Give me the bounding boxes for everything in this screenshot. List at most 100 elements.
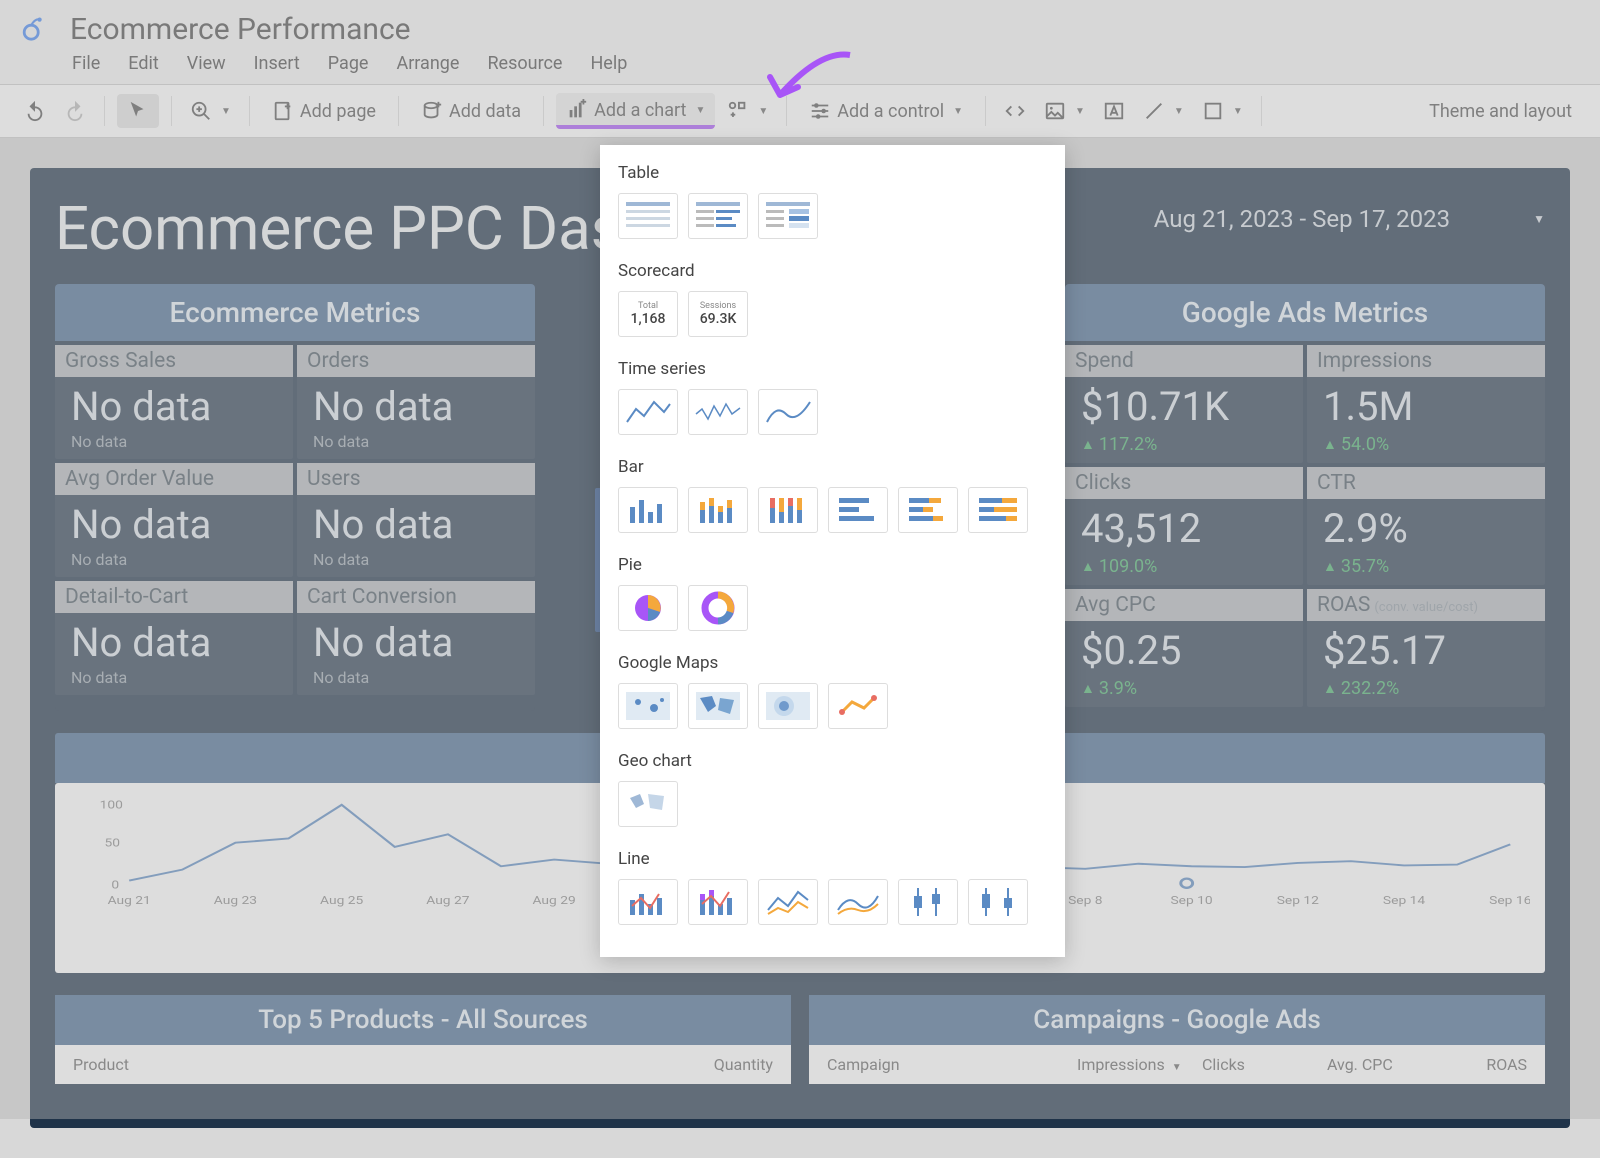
col-campaign[interactable]: Campaign (827, 1055, 1077, 1074)
ecommerce-metrics-header: Ecommerce Metrics (55, 284, 535, 341)
metric-card[interactable]: Gross Sales No data No data (55, 345, 293, 459)
date-range-picker[interactable]: Aug 21, 2023 - Sep 17, 2023 ▼ (1154, 193, 1545, 245)
col-roas[interactable]: ROAS (1452, 1055, 1527, 1074)
chart-type-100stacked-column[interactable] (758, 487, 818, 533)
dd-section-scorecard: Scorecard (618, 261, 1047, 281)
dd-section-line: Line (618, 849, 1047, 869)
document-title[interactable]: Ecommerce Performance (70, 12, 411, 47)
url-embed-button[interactable] (998, 94, 1032, 128)
metric-value: No data (313, 383, 519, 430)
theme-layout-label: Theme and layout (1429, 101, 1572, 122)
chart-type-column[interactable] (618, 487, 678, 533)
metric-value: No data (313, 501, 519, 548)
image-button[interactable]: ▼ (1038, 94, 1091, 128)
google-ads-metrics-panel: Google Ads Metrics Spend $10.71K ▲ 117.2… (1065, 284, 1545, 711)
metric-card[interactable]: Clicks 43,512 ▲ 109.0% (1065, 467, 1303, 585)
menu-view[interactable]: View (187, 53, 226, 74)
chart-type-filled-map[interactable] (688, 683, 748, 729)
menu-page[interactable]: Page (328, 53, 369, 74)
chart-type-line-chart[interactable] (758, 879, 818, 925)
chart-type-table-bars[interactable] (688, 193, 748, 239)
add-chart-dropdown: Table Scorecard Total 1,168 Sessions 69.… (600, 145, 1065, 957)
chart-type-heat-map[interactable] (758, 683, 818, 729)
chart-type-donut[interactable] (688, 585, 748, 631)
svg-text:50: 50 (105, 838, 121, 850)
chart-type-geochart[interactable] (618, 781, 678, 827)
col-avg-cpc[interactable]: Avg. CPC (1327, 1055, 1452, 1074)
metric-card[interactable]: Spend $10.71K ▲ 117.2% (1065, 345, 1303, 463)
menu-edit[interactable]: Edit (128, 53, 158, 74)
metric-card[interactable]: Impressions 1.5M ▲ 54.0% (1307, 345, 1545, 463)
add-page-button[interactable]: Add page (262, 94, 386, 128)
chart-type-table[interactable] (618, 193, 678, 239)
metric-card[interactable]: Orders No data No data (297, 345, 535, 459)
col-impressions[interactable]: Impressions ▼ (1077, 1055, 1202, 1074)
line-button[interactable]: ▼ (1137, 94, 1190, 128)
chart-type-pie[interactable] (618, 585, 678, 631)
metric-card[interactable]: ROAS(conv. value/cost) $25.17 ▲ 232.2% (1307, 589, 1545, 707)
metric-card[interactable]: Avg Order Value No data No data (55, 463, 293, 577)
arrow-up-icon: ▲ (1081, 680, 1095, 697)
zoom-button[interactable]: ▼ (184, 94, 237, 128)
undo-button[interactable] (18, 94, 52, 128)
metric-sub: No data (71, 432, 277, 451)
chart-type-stacked-combo[interactable] (688, 879, 748, 925)
metric-card[interactable]: Cart Conversion No data No data (297, 581, 535, 695)
menu-insert[interactable]: Insert (254, 53, 300, 74)
chart-type-scorecard[interactable]: Total 1,168 (618, 291, 678, 337)
app-logo (20, 14, 52, 46)
theme-layout-button[interactable]: Theme and layout (1419, 95, 1582, 128)
menu-file[interactable]: File (72, 53, 100, 74)
top-products-table[interactable]: Top 5 Products - All Sources Product Qua… (55, 995, 791, 1084)
metric-label: Orders (297, 345, 535, 377)
add-data-button[interactable]: Add data (411, 94, 531, 128)
metric-delta: ▲ 35.7% (1323, 556, 1529, 577)
shape-button[interactable]: ▼ (1196, 94, 1249, 128)
chart-type-bar-horizontal[interactable] (828, 487, 888, 533)
chart-type-table-heatmap[interactable] (758, 193, 818, 239)
chart-type-sparkline[interactable] (688, 389, 748, 435)
select-tool-button[interactable] (117, 94, 159, 128)
google-ads-metrics-header: Google Ads Metrics (1065, 284, 1545, 341)
metric-card[interactable]: Users No data No data (297, 463, 535, 577)
metric-label: Clicks (1065, 467, 1303, 499)
col-clicks[interactable]: Clicks (1202, 1055, 1327, 1074)
metric-value: No data (71, 619, 277, 666)
menu-resource[interactable]: Resource (487, 53, 562, 74)
add-control-button[interactable]: Add a control ▼ (799, 94, 973, 128)
metric-value: No data (71, 383, 277, 430)
chart-type-smoothed-timeseries[interactable] (758, 389, 818, 435)
dd-section-table: Table (618, 163, 1047, 183)
chart-type-timeseries[interactable] (618, 389, 678, 435)
text-button[interactable] (1097, 94, 1131, 128)
add-chart-button[interactable]: Add a chart ▼ (556, 93, 715, 129)
toolbar: ▼ Add page Add data Add a chart ▼ ▼ Add … (0, 84, 1600, 138)
metric-card[interactable]: Detail-to-Cart No data No data (55, 581, 293, 695)
col-product[interactable]: Product (73, 1055, 598, 1074)
metric-value: $25.17 (1323, 627, 1529, 674)
menu-help[interactable]: Help (590, 53, 627, 74)
community-viz-button[interactable]: ▼ (721, 94, 774, 128)
metric-value: 2.9% (1323, 505, 1529, 552)
chart-type-stacked-column[interactable] (688, 487, 748, 533)
redo-button[interactable] (58, 94, 92, 128)
chart-type-scorecard-compact[interactable]: Sessions 69.3K (688, 291, 748, 337)
metric-label: Spend (1065, 345, 1303, 377)
chart-type-candlestick[interactable] (898, 879, 958, 925)
chart-type-line-map[interactable] (828, 683, 888, 729)
chart-type-candlestick-grouped[interactable] (968, 879, 1028, 925)
metric-label: Avg CPC (1065, 589, 1303, 621)
metric-label: Detail-to-Cart (55, 581, 293, 613)
chart-type-stacked-bar[interactable] (898, 487, 958, 533)
metric-card[interactable]: Avg CPC $0.25 ▲ 3.9% (1065, 589, 1303, 707)
metric-card[interactable]: CTR 2.9% ▲ 35.7% (1307, 467, 1545, 585)
chart-type-smoothed-line[interactable] (828, 879, 888, 925)
menu-arrange[interactable]: Arrange (396, 53, 459, 74)
chart-type-bubble-map[interactable] (618, 683, 678, 729)
chart-type-combo[interactable] (618, 879, 678, 925)
metric-delta: ▲ 54.0% (1323, 434, 1529, 455)
col-quantity[interactable]: Quantity (598, 1055, 773, 1074)
chart-type-100stacked-bar[interactable] (968, 487, 1028, 533)
campaigns-table[interactable]: Campaigns - Google Ads Campaign Impressi… (809, 995, 1545, 1084)
metric-sub: No data (71, 668, 277, 687)
